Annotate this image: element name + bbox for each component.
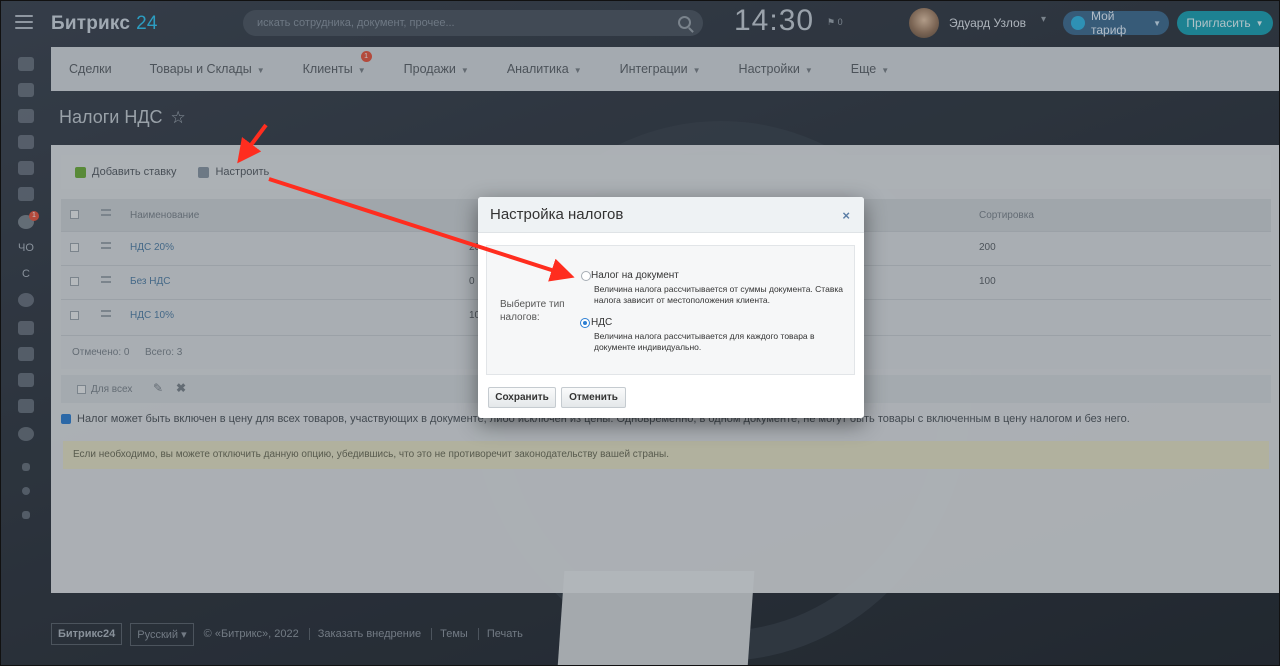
- save-button[interactable]: Сохранить: [488, 387, 556, 408]
- radio-vat[interactable]: [580, 318, 590, 328]
- tax-type-label: Выберите тип налогов:: [500, 299, 565, 323]
- option-vat-label[interactable]: НДС: [591, 317, 612, 328]
- tax-settings-dialog: Настройка налогов × Выберите тип налогов…: [478, 197, 864, 418]
- radio-document-tax[interactable]: [581, 271, 591, 281]
- option-document-tax-desc: Величина налога рассчитывается от суммы …: [594, 284, 843, 305]
- close-icon[interactable]: ×: [842, 208, 850, 223]
- cancel-button[interactable]: Отменить: [561, 387, 626, 408]
- dialog-header: Настройка налогов: [478, 197, 864, 233]
- dialog-body: Выберите тип налогов: Налог на документ …: [486, 245, 855, 375]
- dialog-title: Настройка налогов: [490, 206, 624, 223]
- option-vat-desc: Величина налога рассчитывается для каждо…: [594, 331, 815, 352]
- option-document-tax-label[interactable]: Налог на документ: [591, 270, 679, 281]
- screen: Битрикс 24 искать сотрудника, документ, п…: [0, 0, 1280, 666]
